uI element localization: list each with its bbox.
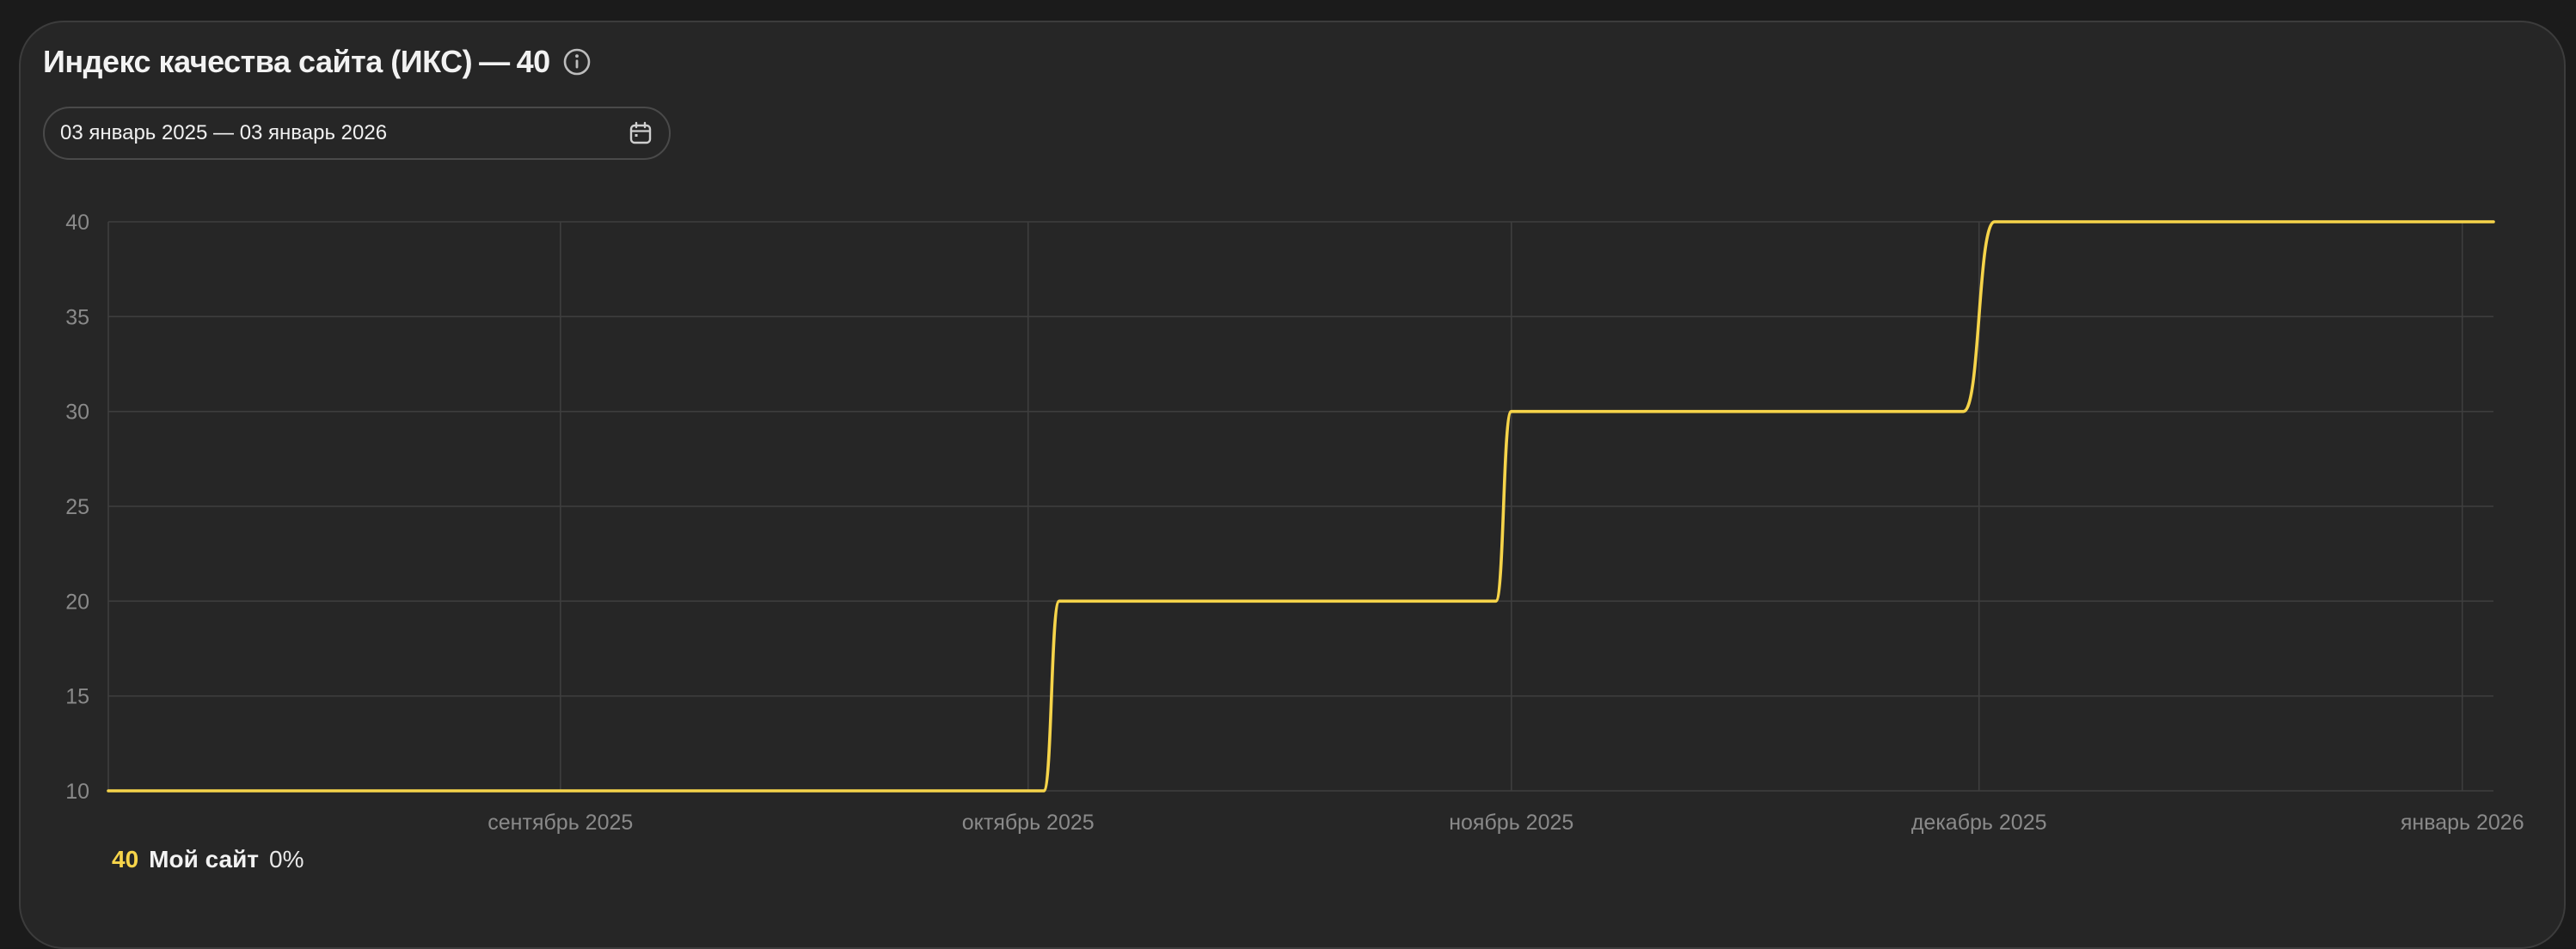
- x-tick-label-1: октябрь 2025: [962, 811, 1095, 835]
- x-tick-label-3: декабрь 2025: [1911, 811, 2047, 835]
- y-tick-label-10: 10: [65, 780, 89, 804]
- y-tick-label-25: 25: [65, 495, 89, 519]
- legend-value: 40: [112, 846, 139, 872]
- x-tick-label-4: январь 2026: [2401, 811, 2524, 835]
- y-tick-label-15: 15: [65, 685, 89, 709]
- y-tick-label-35: 35: [65, 305, 89, 329]
- chart-legend: 40 Мой сайт 0%: [112, 846, 304, 873]
- legend-series-name[interactable]: Мой сайт: [149, 846, 259, 873]
- y-tick-label-40: 40: [65, 211, 89, 235]
- x-tick-label-0: сентябрь 2025: [488, 811, 633, 835]
- legend-change: 0%: [269, 846, 304, 872]
- iks-line-chart: 10 15 20 25 30 35 40 сентябрь 2025 октябрь 2025 н…: [65, 211, 2524, 835]
- y-tick-label-20: 20: [65, 590, 89, 614]
- y-tick-label-30: 30: [65, 401, 89, 425]
- x-tick-label-2: ноябрь 2025: [1449, 811, 1573, 835]
